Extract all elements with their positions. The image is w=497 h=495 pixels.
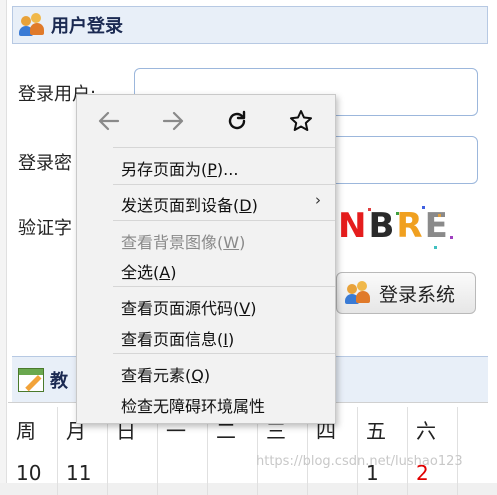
captcha-label: 验证字 [18,218,72,239]
menu-item-inspect-accessibility[interactable]: 检查无障碍环境属性 [121,393,265,417]
weekday-cell: 周 [8,407,58,451]
watermark: https://blog.csdn.net/lushao123 [256,454,463,469]
menu-separator [113,220,335,221]
menu-item-inspect-element[interactable]: 查看元素(Q) [121,362,210,386]
forward-icon [162,111,184,131]
captcha-char: R [396,206,425,246]
login-page: 用户登录 登录用户: 登录密 验证字 NBRE 登录系统 教 周 月 日 一 二… [0,0,497,495]
menu-separator [113,353,335,354]
captcha-image[interactable]: NBRE [338,206,458,252]
menu-item-view-page-source[interactable]: 查看页面源代码(V) [121,295,256,319]
password-label: 登录密 [18,153,72,174]
captcha-char: B [368,206,397,246]
forward-button[interactable] [141,95,205,147]
login-panel-header: 用户登录 [12,6,488,44]
menu-item-save-page-as[interactable]: 另存页面为(P)... [121,156,238,180]
schedule-panel-title: 教 [50,371,68,392]
login-button-label: 登录系统 [379,283,456,306]
login-panel-title: 用户登录 [51,16,123,37]
bookmark-button[interactable] [269,95,333,147]
captcha-char: N [338,206,369,246]
menu-item-view-page-info[interactable]: 查看页面信息(I) [121,326,234,350]
weekday-cell: 六 [408,407,458,451]
users-icon [19,12,45,38]
day-cell[interactable] [158,451,208,495]
login-button[interactable]: 登录系统 [336,272,476,314]
menu-separator [113,147,335,148]
menu-item-send-page-to-device[interactable]: 发送页面到设备(D) [121,192,258,216]
captcha-char: E [424,206,450,246]
calendar-edit-icon [18,368,44,392]
context-menu: 另存页面为(P)... 发送页面到设备(D) › 查看背景图像(W) 全选(A)… [76,94,336,424]
menu-item-view-background-image: 查看背景图像(W) [121,233,246,252]
bookmark-star-icon [290,110,312,131]
day-cell[interactable]: 11 [58,451,108,495]
reload-button[interactable] [205,95,269,147]
menu-separator [113,184,335,185]
back-icon [98,111,120,131]
weekday-cell: 五 [358,407,408,451]
context-nav-row [77,95,335,147]
users-icon [345,280,371,306]
menu-item-select-all[interactable]: 全选(A) [121,259,176,283]
reload-icon [228,110,246,130]
back-button[interactable] [77,95,141,147]
day-cell[interactable] [108,451,158,495]
menu-separator [113,286,335,287]
left-scroll-strip [0,0,7,483]
day-cell[interactable]: 10 [8,451,58,495]
day-cell[interactable] [208,451,258,495]
submenu-arrow-icon: › [315,191,321,209]
